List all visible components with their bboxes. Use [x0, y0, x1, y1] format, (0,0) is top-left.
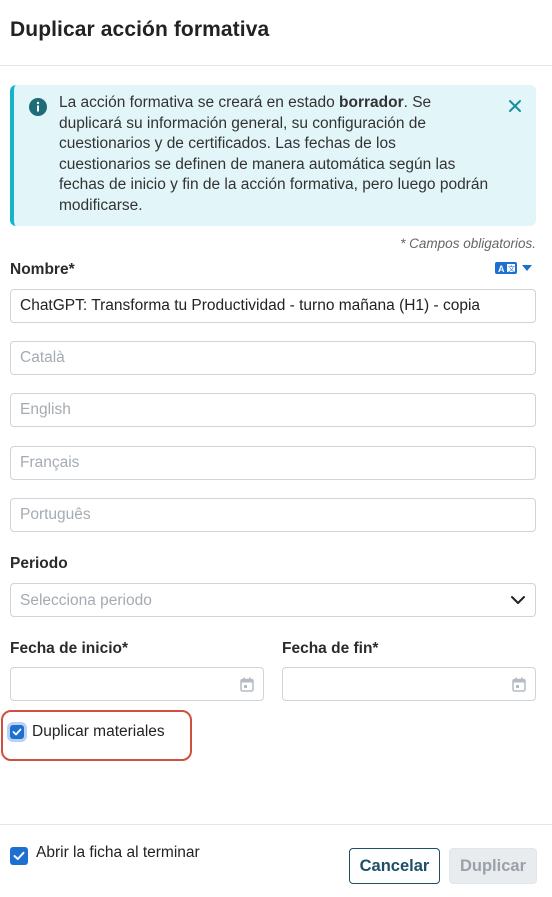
start-date-label: Fecha de inicio*	[10, 640, 129, 657]
duplicate-button[interactable]: Duplicar	[449, 848, 537, 884]
name-english-input[interactable]	[10, 393, 536, 427]
modal-header: Duplicar acción formativa	[0, 0, 552, 66]
end-date-input[interactable]	[282, 667, 536, 701]
cancel-button[interactable]: Cancelar	[349, 848, 440, 884]
modal-title: Duplicar acción formativa	[10, 18, 270, 41]
translate-icon[interactable]: A 文	[495, 261, 537, 275]
checkbox-checked-icon[interactable]	[10, 847, 28, 865]
open-after-checkbox[interactable]: Abrir la ficha al terminar	[10, 844, 200, 865]
duplicate-materials-checkbox[interactable]: Duplicar materiales	[10, 723, 165, 741]
chevron-down-icon	[511, 596, 525, 604]
required-fields-note: * Campos obligatorios.	[400, 236, 536, 251]
alert-text-start: La acción formativa se creará en estado	[59, 94, 340, 111]
checkbox-checked-icon[interactable]	[10, 725, 24, 739]
name-french-input[interactable]	[10, 446, 536, 480]
name-catalan-input[interactable]	[10, 341, 536, 375]
alert-message: La acción formativa se creará en estado …	[59, 93, 489, 217]
duplicate-materials-label: Duplicar materiales	[32, 723, 165, 740]
calendar-icon	[240, 677, 254, 692]
calendar-icon	[512, 677, 526, 692]
period-label: Periodo	[10, 555, 68, 572]
name-input[interactable]	[10, 289, 536, 323]
name-label: Nombre*	[10, 261, 75, 278]
period-select[interactable]: Selecciona periodo	[10, 583, 536, 617]
start-date-input[interactable]	[10, 667, 264, 701]
svg-text:文: 文	[508, 264, 515, 273]
end-date-label: Fecha de fin*	[282, 640, 379, 657]
alert-text-end: . Se duplicará su información general, s…	[59, 94, 489, 214]
period-placeholder: Selecciona periodo	[20, 592, 152, 609]
info-alert: La acción formativa se creará en estado …	[10, 85, 536, 226]
open-after-label: Abrir la ficha al terminar	[36, 844, 200, 861]
info-icon	[29, 98, 47, 116]
alert-text-bold: borrador	[339, 94, 404, 111]
name-portuguese-input[interactable]	[10, 498, 536, 532]
close-icon[interactable]	[508, 99, 522, 113]
svg-text:A: A	[498, 264, 505, 274]
